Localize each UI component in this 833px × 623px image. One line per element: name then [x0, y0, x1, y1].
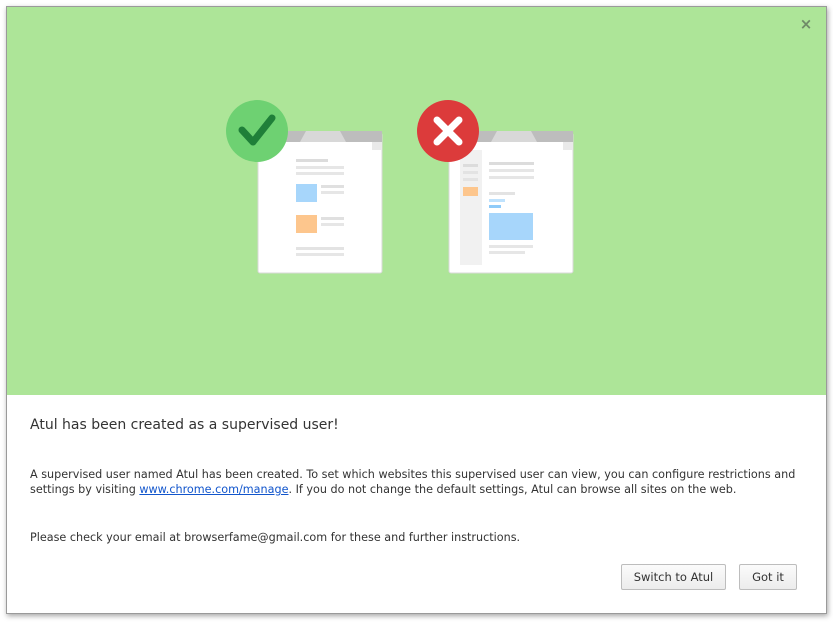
- dialog-title: Atul has been created as a supervised us…: [30, 417, 339, 433]
- email-instructions: Please check your email at browserfame@g…: [30, 531, 521, 544]
- browser-illustration: [226, 100, 574, 274]
- description-text-after: . If you do not change the default setti…: [288, 483, 737, 496]
- description-paragraph: A supervised user named Atul has been cr…: [30, 467, 800, 497]
- switch-to-user-button[interactable]: Switch to Atul: [621, 564, 726, 590]
- checkmark-icon: [226, 100, 288, 162]
- supervised-user-dialog: × Atul has been created as a supervised …: [6, 6, 827, 614]
- got-it-button[interactable]: Got it: [739, 564, 797, 590]
- message-body: Atul has been created as a supervised us…: [30, 417, 805, 544]
- manage-link[interactable]: www.chrome.com/manage: [139, 483, 288, 496]
- hero-banner: ×: [7, 7, 826, 395]
- x-icon: [417, 100, 479, 162]
